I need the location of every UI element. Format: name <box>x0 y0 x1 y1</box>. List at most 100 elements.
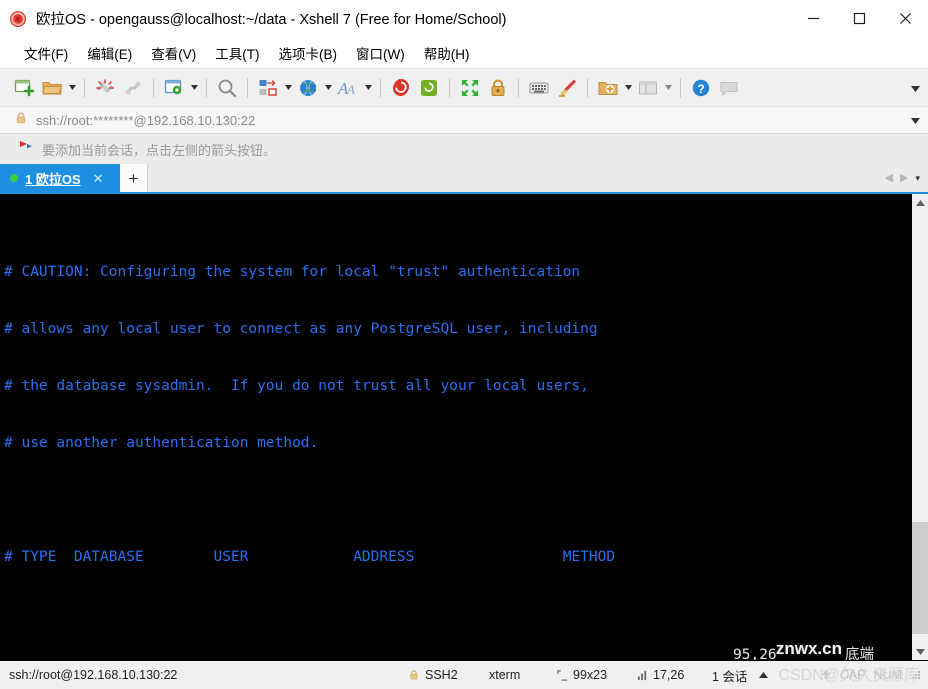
new-folder-caret[interactable] <box>622 74 634 102</box>
compose-pane-icon[interactable] <box>525 74 553 102</box>
address-bar[interactable]: ssh://root:********@192.168.10.130:22 <box>0 106 928 134</box>
find-icon[interactable] <box>213 74 241 102</box>
tab-bar-empty-area <box>148 164 885 192</box>
tab-list-menu-icon[interactable]: ▾ <box>915 173 920 183</box>
xagent-icon[interactable] <box>415 74 443 102</box>
new-session-icon[interactable] <box>10 74 38 102</box>
terminal-line: # the database sysadmin. If you do not t… <box>4 378 589 394</box>
toolbar-separator <box>449 77 450 98</box>
globe-caret[interactable] <box>322 74 334 102</box>
terminal-line: # use another authentication method. <box>4 435 319 451</box>
toolbar: A A ? <box>0 68 928 106</box>
vim-cursor-position: 95,26 <box>733 647 777 660</box>
address-lock-icon <box>14 111 28 130</box>
menu-view[interactable]: 查看(V) <box>143 40 204 66</box>
status-url: ssh://root@192.168.10.130:22 <box>9 668 178 682</box>
scroll-down-icon[interactable] <box>912 643 928 660</box>
file-transfer-caret[interactable] <box>282 74 294 102</box>
watermark-primary: znwx.cn <box>775 639 842 658</box>
title-bar: 欧拉OS - opengauss@localhost:~/data - Xshe… <box>0 0 928 38</box>
highlight-icon[interactable] <box>553 74 581 102</box>
hint-text: 要添加当前会话，点击左侧的箭头按钮。 <box>42 142 277 158</box>
status-cursor-label: 17,26 <box>653 668 685 682</box>
status-security: SSH2 <box>408 668 458 682</box>
hint-bar: 要添加当前会话，点击左侧的箭头按钮。 <box>0 134 928 164</box>
toolbar-separator <box>587 77 588 98</box>
new-tab-button[interactable]: + <box>120 164 148 192</box>
status-size-label: 99x23 <box>573 668 608 682</box>
watermark-secondary: CSDN@欠久资源库 <box>778 667 920 684</box>
svg-text:A: A <box>346 82 355 97</box>
menu-edit[interactable]: 编辑(E) <box>79 40 140 66</box>
toolbar-separator <box>518 77 519 98</box>
vim-scroll-state: 底端 <box>845 647 874 660</box>
open-folder-icon[interactable] <box>38 74 66 102</box>
minimize-button[interactable] <box>790 0 836 37</box>
menu-tab[interactable]: 选项卡(B) <box>271 40 346 66</box>
session-properties-caret[interactable] <box>188 74 200 102</box>
cursor-position-icon <box>637 670 648 681</box>
toolbar-separator <box>206 77 207 98</box>
font-icon[interactable]: A A <box>334 74 362 102</box>
toolbar-separator <box>680 77 681 98</box>
status-terminal-type: xterm <box>489 668 521 682</box>
session-properties-icon[interactable] <box>160 74 188 102</box>
terminal-line: # TYPE DATABASE USER ADDRESS METHOD <box>4 549 616 565</box>
terminal-area: # CAUTION: Configuring the system for lo… <box>0 192 928 660</box>
svg-text:?: ? <box>697 82 704 96</box>
help-icon[interactable]: ? <box>687 74 715 102</box>
reconnect-icon[interactable] <box>119 74 147 102</box>
scroll-up-icon[interactable] <box>912 194 928 211</box>
scrollbar-thumb[interactable] <box>912 522 928 635</box>
terminal-line: # allows any local user to connect as an… <box>4 321 598 337</box>
flag-bookmark-icon <box>18 139 34 160</box>
scrollbar-track[interactable] <box>912 211 928 643</box>
tab-bar: 1 欧拉OS ✕ + ◀ ▶ ▾ <box>0 164 928 192</box>
tab-session-1[interactable]: 1 欧拉OS ✕ <box>0 164 120 192</box>
toolbar-separator <box>153 77 154 98</box>
feedback-icon[interactable] <box>715 74 743 102</box>
menu-help[interactable]: 帮助(H) <box>416 40 478 66</box>
address-input[interactable]: ssh://root:********@192.168.10.130:22 <box>36 113 255 128</box>
xshell-window: 欧拉OS - opengauss@localhost:~/data - Xshe… <box>0 0 928 689</box>
close-button[interactable] <box>882 0 928 37</box>
terminal-line: # CAUTION: Configuring the system for lo… <box>4 264 581 280</box>
status-cursor: 17,26 <box>637 668 684 682</box>
status-bar: ssh://root@192.168.10.130:22 SSH2 xterm … <box>0 639 928 689</box>
tab-prev-icon[interactable]: ◀ <box>885 172 893 184</box>
maximize-button[interactable] <box>836 0 882 37</box>
tab-close-icon[interactable]: ✕ <box>93 172 104 185</box>
menu-bar: 文件(F) 编辑(E) 查看(V) 工具(T) 选项卡(B) 窗口(W) 帮助(… <box>0 38 928 68</box>
menu-file[interactable]: 文件(F) <box>16 40 76 66</box>
window-title: 欧拉OS - opengauss@localhost:~/data - Xshe… <box>36 12 507 28</box>
xftp-icon[interactable] <box>387 74 415 102</box>
lock-icon[interactable] <box>484 74 512 102</box>
address-dropdown-caret[interactable] <box>911 111 920 129</box>
terminal-screen[interactable]: # CAUTION: Configuring the system for lo… <box>0 194 911 660</box>
disconnect-icon[interactable] <box>91 74 119 102</box>
menu-window[interactable]: 窗口(W) <box>348 40 413 66</box>
fullscreen-icon[interactable] <box>456 74 484 102</box>
new-folder-icon[interactable] <box>594 74 622 102</box>
toolbar-separator <box>84 77 85 98</box>
terminal-scrollbar[interactable] <box>911 194 928 660</box>
open-folder-dropdown-caret[interactable] <box>66 74 78 102</box>
toolbar-separator <box>247 77 248 98</box>
menu-tools[interactable]: 工具(T) <box>207 40 267 66</box>
file-transfer-icon[interactable] <box>254 74 282 102</box>
font-caret[interactable] <box>362 74 374 102</box>
tab-next-icon[interactable]: ▶ <box>900 172 908 184</box>
globe-icon[interactable] <box>294 74 322 102</box>
status-sessions-caret[interactable] <box>759 672 768 678</box>
status-security-label: SSH2 <box>425 668 458 682</box>
tab-nav-controls: ◀ ▶ ▾ <box>884 164 928 192</box>
status-size: 99x23 <box>557 668 607 682</box>
layout-caret[interactable] <box>662 74 674 102</box>
tab-label: 1 欧拉OS <box>25 171 81 187</box>
status-sessions[interactable]: 1 会话 <box>712 666 747 685</box>
toolbar-overflow-caret[interactable] <box>911 79 920 97</box>
layout-icon[interactable] <box>634 74 662 102</box>
status-lock-icon <box>408 669 420 681</box>
